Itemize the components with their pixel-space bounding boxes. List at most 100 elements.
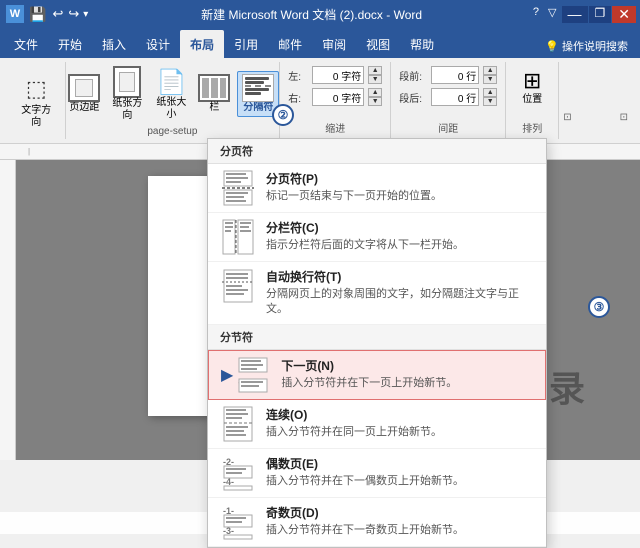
ribbon-group-arrange: ⊞ 位置 排列 (506, 62, 559, 139)
dropdown-item-even-page[interactable]: -2- -4- 偶数页(E) 插入分节符并在下一偶数页上开始新节。 (208, 449, 546, 498)
tab-references[interactable]: 引用 (224, 30, 268, 58)
undo-button[interactable]: ↩ (51, 6, 64, 22)
dropdown-item-page-break[interactable]: 分页符(P) 标记一页结束与下一页开始的位置。 (208, 164, 546, 213)
indent-right-up[interactable]: ▲ (368, 88, 382, 97)
indent-right-label: 右: (288, 90, 308, 105)
indent-group-label: 缩进 (325, 118, 345, 135)
margins-icon (68, 74, 100, 102)
lightbulb-icon: 💡 (545, 40, 559, 53)
orientation-icon (113, 66, 141, 98)
tab-file[interactable]: 文件 (4, 30, 48, 58)
dropdown-item-continuous[interactable]: 连续(O) 插入分节符并在同一页上开始新节。 (208, 400, 546, 449)
minimize-button[interactable]: — (562, 6, 588, 23)
spacing-after-label: 段后: (399, 90, 427, 105)
columns-label: 栏 (209, 102, 219, 114)
position-button[interactable]: ⊞ 位置 (514, 66, 550, 108)
column-break-icon (220, 219, 256, 255)
spacing-after-spinner[interactable]: ▲ ▼ (483, 88, 497, 106)
odd-page-icon: -1- -3- (220, 504, 256, 540)
ribbon-group-page-setup: 页边距 纸张方向 📄 纸张大小 栏 (66, 62, 281, 139)
text-wrap-icon (220, 268, 256, 304)
ribbon-group-indent: 左: ▲ ▼ 右: ▲ ▼ 缩进 (280, 62, 391, 139)
orientation-label: 纸张方向 (111, 98, 143, 122)
paragraph-expand[interactable]: ⊡ (616, 110, 632, 125)
next-page-icon: - - - - - (235, 357, 271, 393)
tab-view[interactable]: 视图 (356, 30, 400, 58)
section-title-section-break: 分节符 (208, 325, 546, 350)
continuous-title: 连续(O) (266, 406, 534, 423)
even-page-icon: -2- -4- (220, 455, 256, 491)
page-break-title: 分页符(P) (266, 170, 534, 187)
badge-3: ③ (588, 296, 610, 318)
ribbon-group-spacing: 段前: ▲ ▼ 段后: ▲ ▼ 间距 (391, 62, 506, 139)
restore-button[interactable]: ❐ (589, 6, 612, 23)
page-setup-label: page-setup (147, 124, 197, 137)
indent-left-spinner[interactable]: ▲ ▼ (368, 66, 382, 84)
paper-size-icon: 📄 (156, 68, 186, 97)
indent-left-down[interactable]: ▼ (368, 75, 382, 84)
dropdown-item-next-page[interactable]: ▶ - - - - - 下一页(N) 插入分节符并在下一页上开始新节。 (208, 350, 546, 400)
spacing-before-down[interactable]: ▼ (483, 75, 497, 84)
indent-left-input[interactable] (312, 66, 364, 84)
dropdown-item-odd-page[interactable]: -1- -3- 奇数页(D) 插入分节符并在下一奇数页上开始新节。 (208, 498, 546, 547)
indent-right-row: 右: ▲ ▼ (288, 88, 382, 106)
indent-right-spinner[interactable]: ▲ ▼ (368, 88, 382, 106)
help-button[interactable]: ? (529, 6, 543, 23)
title-bar: W 💾 ↩ ↪ ▾ 新建 Microsoft Word 文档 (2).docx … (0, 0, 640, 28)
page-break-desc: 标记一页结束与下一页开始的位置。 (266, 189, 534, 204)
indent-left-up[interactable]: ▲ (368, 66, 382, 75)
dropdown-item-column-break[interactable]: 分栏符(C) 指示分栏符后面的文字将从下一栏开始。 (208, 213, 546, 262)
qa-customize-button[interactable]: ▾ (83, 9, 88, 20)
tab-insert[interactable]: 插入 (92, 30, 136, 58)
even-page-title: 偶数页(E) (266, 455, 534, 472)
section-title-page-break: 分页符 (208, 139, 546, 164)
tab-review[interactable]: 审阅 (312, 30, 356, 58)
margins-button[interactable]: 页边距 (65, 72, 103, 116)
column-break-desc: 指示分栏符后面的文字将从下一栏开始。 (266, 238, 534, 253)
position-icon: ⊞ (523, 68, 541, 94)
columns-icon (198, 74, 230, 102)
odd-page-desc: 插入分节符并在下一奇数页上开始新节。 (266, 523, 534, 538)
columns-button[interactable]: 栏 (195, 72, 233, 116)
text-direction-icon: ⬚ (20, 73, 52, 105)
next-page-desc: 插入分节符并在下一页上开始新节。 (281, 376, 533, 391)
text-wrap-title: 自动换行符(T) (266, 268, 534, 285)
spacing-before-label: 段前: (399, 68, 427, 83)
paper-size-label: 纸张大小 (155, 97, 187, 121)
redo-button[interactable]: ↪ (67, 6, 80, 22)
indent-right-down[interactable]: ▼ (368, 97, 382, 106)
orientation-button[interactable]: 纸张方向 (107, 64, 147, 124)
indent-left-label: 左: (288, 68, 308, 83)
continuous-desc: 插入分节符并在同一页上开始新节。 (266, 425, 534, 440)
dropdown-item-text-wrap[interactable]: 自动换行符(T) 分隔网页上的对象周围的文字，如分隔题注文字与正文。 (208, 262, 546, 325)
vertical-ruler (0, 160, 16, 460)
tab-layout[interactable]: 布局 (180, 30, 224, 58)
spacing-after-input[interactable] (431, 88, 479, 106)
ribbon-toggle-button[interactable]: ▽ (544, 6, 560, 23)
spacing-after-down[interactable]: ▼ (483, 97, 497, 106)
spacing-group-label: 间距 (438, 118, 458, 135)
badge-2: ② (272, 104, 294, 126)
page-setup-expand[interactable]: ⊡ (559, 110, 575, 125)
search-help[interactable]: 💡 操作说明搜索 (537, 34, 636, 58)
spacing-before-row: 段前: ▲ ▼ (399, 66, 497, 84)
text-direction-button[interactable]: ⬚ 文字方向 (16, 71, 57, 131)
save-button[interactable]: 💾 (27, 6, 48, 23)
spacing-before-up[interactable]: ▲ (483, 66, 497, 75)
even-page-desc: 插入分节符并在下一偶数页上开始新节。 (266, 474, 534, 489)
close-button[interactable]: ✕ (612, 6, 636, 23)
breaks-label: 分隔符 (243, 102, 273, 114)
tab-home[interactable]: 开始 (48, 30, 92, 58)
spacing-after-row: 段后: ▲ ▼ (399, 88, 497, 106)
tab-mailings[interactable]: 邮件 (268, 30, 312, 58)
breaks-icon (242, 74, 274, 102)
tab-design[interactable]: 设计 (136, 30, 180, 58)
spacing-before-input[interactable] (431, 66, 479, 84)
column-break-title: 分栏符(C) (266, 219, 534, 236)
tab-help[interactable]: 帮助 (400, 30, 444, 58)
position-label: 位置 (522, 94, 542, 106)
spacing-before-spinner[interactable]: ▲ ▼ (483, 66, 497, 84)
paper-size-button[interactable]: 📄 纸张大小 (151, 66, 191, 123)
spacing-after-up[interactable]: ▲ (483, 88, 497, 97)
indent-right-input[interactable] (312, 88, 364, 106)
